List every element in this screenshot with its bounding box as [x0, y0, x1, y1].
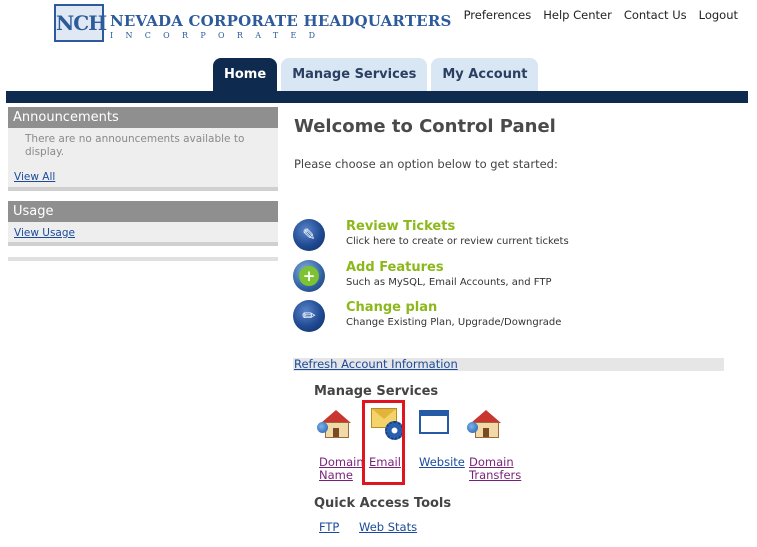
- option-title[interactable]: Add Features: [346, 260, 444, 275]
- tab-manage-services[interactable]: Manage Services: [281, 58, 428, 91]
- website-link[interactable]: Website: [419, 456, 465, 469]
- option-title[interactable]: Review Tickets: [346, 219, 455, 234]
- change-plan-option[interactable]: ✏ Change plan Change Existing Plan, Upgr…: [293, 300, 733, 336]
- main-tabs: Home Manage Services My Account: [213, 58, 542, 91]
- top-navigation: Preferences Help Center Contact Us Logou…: [452, 8, 738, 22]
- announcements-header: Announcements: [8, 107, 278, 128]
- contact-us-link[interactable]: Contact Us: [624, 8, 687, 22]
- pen-icon[interactable]: ✎: [293, 219, 325, 251]
- refresh-account-link[interactable]: Refresh Account Information: [293, 357, 458, 371]
- domain-transfers-link[interactable]: Domain Transfers: [469, 456, 521, 482]
- house-globe-icon[interactable]: [467, 408, 529, 444]
- pencil-icon[interactable]: ✏: [293, 300, 325, 332]
- web-stats-link[interactable]: Web Stats: [359, 520, 417, 534]
- tab-home[interactable]: Home: [213, 58, 278, 91]
- logo-company-suffix: Incorporated: [110, 31, 328, 40]
- nav-bar: [6, 91, 748, 103]
- intro-text: Please choose an option below to get sta…: [294, 157, 558, 171]
- review-tickets-option[interactable]: ✎ Review Tickets Click here to create or…: [293, 219, 733, 255]
- service-website[interactable]: Website: [419, 408, 469, 469]
- add-features-option[interactable]: + Add Features Such as MySQL, Email Acco…: [293, 260, 733, 296]
- sidebar: Announcements There are no announcements…: [8, 107, 278, 261]
- usage-panel: View Usage: [8, 222, 278, 242]
- manage-services-title: Manage Services: [314, 384, 439, 399]
- plus-icon[interactable]: +: [293, 260, 325, 292]
- option-subtitle: Change Existing Plan, Upgrade/Downgrade: [346, 317, 562, 328]
- usage-header: Usage: [8, 201, 278, 222]
- option-title[interactable]: Change plan: [346, 300, 437, 315]
- logo-company-name: Nevada Corporate Headquarters: [110, 12, 452, 30]
- domain-name-link[interactable]: Domain Name: [319, 456, 365, 482]
- divider: [8, 257, 278, 261]
- view-all-link[interactable]: View All: [14, 171, 55, 183]
- service-domain-transfers[interactable]: Domain Transfers: [467, 408, 529, 482]
- logout-link[interactable]: Logout: [699, 8, 738, 22]
- logo-mark: NCH: [54, 4, 107, 42]
- option-subtitle: Click here to create or review current t…: [346, 236, 569, 247]
- preferences-link[interactable]: Preferences: [464, 8, 532, 22]
- ftp-link[interactable]: FTP: [319, 520, 339, 534]
- tab-my-account[interactable]: My Account: [431, 58, 539, 91]
- page-title: Welcome to Control Panel: [294, 116, 556, 137]
- refresh-bar: Refresh Account Information: [293, 358, 724, 371]
- company-logo[interactable]: NCH Nevada Corporate Headquarters Incorp…: [54, 4, 451, 42]
- option-subtitle: Such as MySQL, Email Accounts, and FTP: [346, 277, 552, 288]
- help-center-link[interactable]: Help Center: [543, 8, 612, 22]
- email-highlight-box: [362, 400, 405, 485]
- announcements-text: There are no announcements available to …: [25, 133, 245, 158]
- view-usage-link[interactable]: View Usage: [14, 227, 75, 239]
- quick-access-title: Quick Access Tools: [314, 496, 452, 511]
- announcements-panel: There are no announcements available to …: [8, 128, 278, 187]
- browser-window-icon[interactable]: [419, 408, 469, 444]
